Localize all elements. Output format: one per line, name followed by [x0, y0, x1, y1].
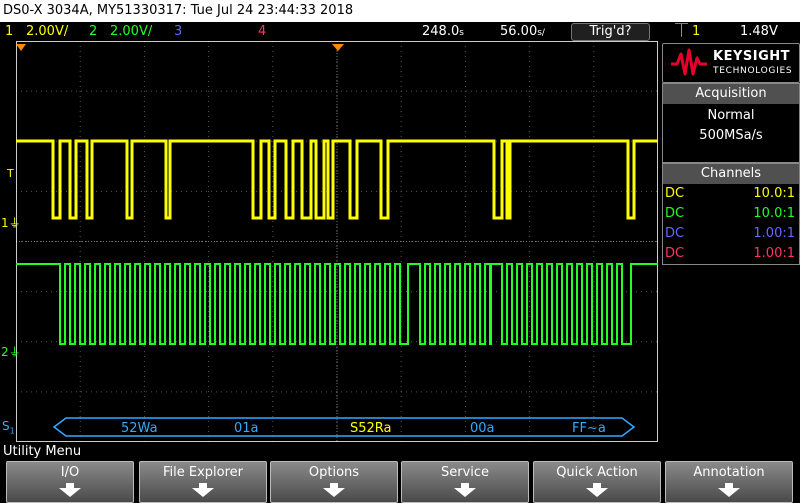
menu-title-bar: Utility Menu	[0, 443, 800, 461]
decode-seg-2: S52Ra	[350, 421, 392, 436]
ch2-scale[interactable]: 2.00V/	[110, 22, 152, 41]
softkey-file-explorer[interactable]: File Explorer	[139, 461, 267, 503]
right-info-panel: KEYSIGHT TECHNOLOGIES Acquisition Normal…	[660, 41, 800, 442]
acquisition-mode: Normal	[707, 108, 755, 123]
softkey-options[interactable]: Options	[270, 461, 398, 503]
waveform-display[interactable]: 52Wa 01a S52Ra 00a FF~a	[16, 41, 658, 442]
arrow-down-icon	[59, 483, 81, 497]
title-bar: DS0-X 3034A, MY51330317: Tue Jul 24 23:4…	[0, 0, 800, 22]
waveform-svg: 52Wa 01a S52Ra 00a FF~a	[16, 41, 658, 442]
ch1-number[interactable]: 1	[5, 22, 13, 41]
trigger-level[interactable]: 1.48V	[740, 22, 778, 41]
ch2-number[interactable]: 2	[89, 22, 97, 41]
menu-title: Utility Menu	[3, 444, 82, 459]
brand-sub: TECHNOLOGIES	[713, 66, 793, 76]
channel-row: DC 1.00:1	[665, 246, 795, 261]
title-text: DS0-X 3034A, MY51330317: Tue Jul 24 23:4…	[3, 3, 354, 18]
trigger-status-box[interactable]: Trig'd?	[571, 23, 650, 41]
channels-header: Channels	[663, 164, 799, 184]
ch3-number[interactable]: 3	[174, 22, 182, 41]
softkey-quick-action[interactable]: Quick Action	[533, 461, 661, 503]
softkey-io[interactable]: I/O	[6, 461, 134, 503]
trigger-channel: 1	[692, 24, 701, 39]
ch1-scale[interactable]: 2.00V/	[26, 22, 68, 41]
decode-seg-0: 52Wa	[121, 421, 158, 436]
channel-row: DC 10.0:1	[665, 186, 795, 201]
softkey-annotation[interactable]: Annotation	[665, 461, 793, 503]
status-bar: 1 2.00V/ 2 2.00V/ 3 4 248.0s 56.00s/ Tri…	[0, 22, 800, 41]
decode-seg-4: FF~a	[572, 421, 606, 436]
ch1-ground-marker[interactable]: 1⏚	[1, 214, 21, 231]
trigger-level-marker[interactable]: T	[7, 167, 14, 180]
ch4-number[interactable]: 4	[258, 22, 266, 41]
ch2-ground-marker[interactable]: 2⏚	[1, 343, 21, 360]
trigger-position-icon	[16, 44, 26, 51]
arrow-down-icon	[718, 483, 740, 497]
acquisition-header: Acquisition	[663, 84, 799, 104]
channel-row: DC 1.00:1	[665, 226, 795, 241]
channel-row: DC 10.0:1	[665, 206, 795, 221]
arrow-down-icon	[586, 483, 608, 497]
trigger-edge-icon: ⏉	[675, 24, 689, 39]
acquisition-section[interactable]: Acquisition Normal 500MSa/s	[662, 83, 800, 163]
brand-name: KEYSIGHT	[713, 49, 790, 64]
channels-section[interactable]: Channels DC 10.0:1 DC 10.0:1 DC 1.00:1 DC 1.…	[662, 163, 800, 265]
time-scale[interactable]: 56.00s/	[500, 22, 545, 43]
time-delay[interactable]: 248.0s	[422, 22, 464, 43]
softkey-service[interactable]: Service	[401, 461, 529, 503]
keysight-logo: KEYSIGHT TECHNOLOGIES	[662, 43, 800, 83]
decode-seg-1: 01a	[234, 421, 259, 436]
arrow-down-icon	[192, 483, 214, 497]
keysight-wave-icon	[671, 48, 707, 76]
decode-seg-3: 00a	[470, 421, 495, 436]
softkey-bar: I/O File Explorer Options Service Quick …	[0, 461, 800, 503]
graticule-grid	[16, 41, 658, 442]
acquisition-rate: 500MSa/s	[699, 128, 763, 143]
arrow-down-icon	[454, 483, 476, 497]
delay-marker-icon	[332, 44, 344, 51]
serial-bus-marker[interactable]: S1	[2, 419, 15, 435]
arrow-down-icon	[323, 483, 345, 497]
